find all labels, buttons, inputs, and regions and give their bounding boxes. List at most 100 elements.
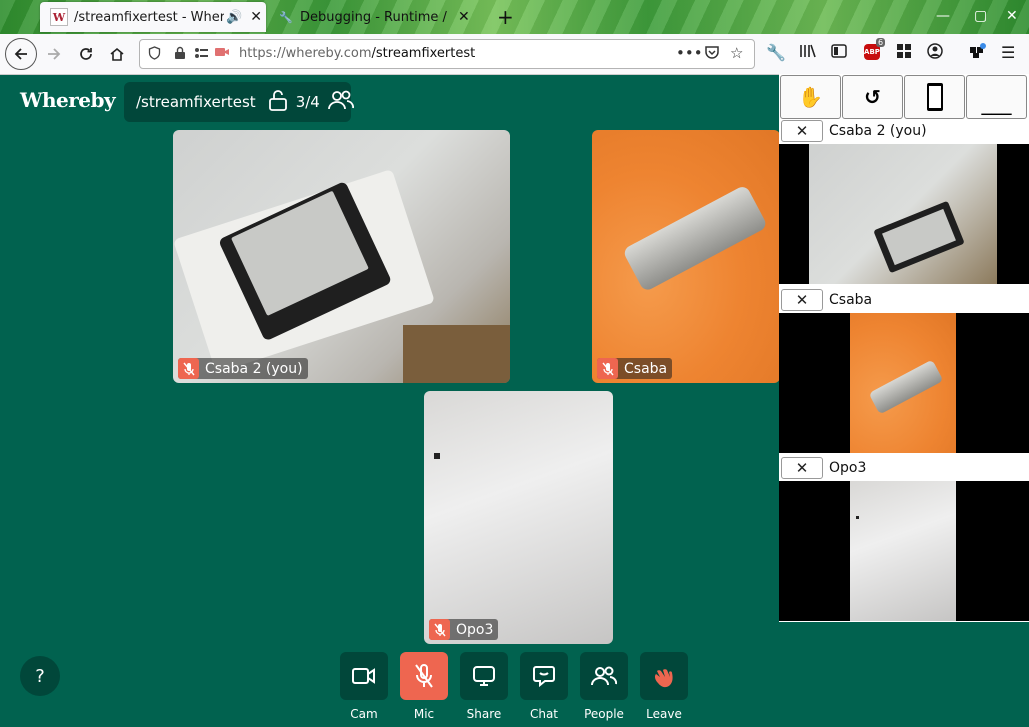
rotate-icon: ↺ bbox=[864, 85, 881, 109]
sidebar-icon[interactable] bbox=[831, 43, 847, 62]
adblock-count-badge: 6 bbox=[876, 38, 886, 47]
panel-participant-row: ✕ Opo3 bbox=[779, 456, 1029, 480]
minimize-panel-button[interactable]: ___ bbox=[966, 75, 1027, 119]
participant-label: Opo3 bbox=[429, 619, 499, 640]
leave-button[interactable] bbox=[640, 652, 688, 700]
wrench-icon: 🔧 bbox=[279, 10, 293, 24]
tab-close-icon[interactable]: ✕ bbox=[250, 9, 262, 25]
video-tile-csaba[interactable]: Csaba bbox=[592, 130, 780, 383]
url-text[interactable]: https://whereby.com/streamfixertest bbox=[239, 46, 475, 61]
speaker-icon[interactable]: 🔊 bbox=[226, 10, 242, 25]
browser-tab-debugging[interactable]: 🔧 Debugging - Runtime / this-firefox ✕ bbox=[268, 2, 490, 32]
people-icon bbox=[327, 89, 354, 115]
video-content bbox=[622, 184, 769, 293]
reload-button[interactable] bbox=[72, 40, 100, 68]
video-content bbox=[868, 359, 944, 415]
wave-hand-icon bbox=[654, 669, 673, 688]
maximize-window-icon[interactable]: ▢ bbox=[974, 8, 987, 24]
close-icon[interactable]: ✕ bbox=[781, 120, 823, 142]
account-icon[interactable] bbox=[927, 43, 943, 63]
participant-name: Csaba bbox=[624, 360, 668, 377]
video-content bbox=[850, 481, 956, 621]
close-icon[interactable]: ✕ bbox=[781, 457, 823, 479]
raise-hand-button[interactable]: ✋ bbox=[780, 75, 841, 119]
chat-button[interactable] bbox=[520, 652, 568, 700]
screen-share-icon bbox=[473, 666, 495, 686]
participant-label: Csaba bbox=[597, 358, 673, 379]
rotate-button[interactable]: ↺ bbox=[842, 75, 903, 119]
camera-permission-icon[interactable] bbox=[214, 46, 230, 62]
pocket-icon[interactable] bbox=[704, 44, 720, 64]
mic-button[interactable] bbox=[400, 652, 448, 700]
leave-label: Leave bbox=[646, 707, 682, 721]
forward-button[interactable] bbox=[40, 40, 68, 68]
chat-icon bbox=[533, 666, 555, 688]
video-tile-self[interactable]: Csaba 2 (you) bbox=[173, 130, 510, 383]
video-content bbox=[809, 144, 997, 284]
room-info-pill[interactable]: /streamfixertest 3/4 bbox=[124, 82, 354, 122]
panel-participant-name: Csaba 2 (you) bbox=[829, 123, 927, 139]
hand-icon: ✋ bbox=[798, 85, 823, 109]
whereby-logo[interactable]: Whereby bbox=[20, 88, 116, 112]
permissions-icon[interactable] bbox=[193, 46, 209, 64]
mic-muted-icon bbox=[429, 619, 450, 640]
panel-participant-name: Opo3 bbox=[829, 460, 867, 476]
close-window-icon[interactable]: ✕ bbox=[1006, 8, 1018, 24]
lock-icon[interactable] bbox=[174, 46, 186, 64]
participant-name: Csaba 2 (you) bbox=[205, 360, 303, 377]
participant-label: Csaba 2 (you) bbox=[178, 358, 308, 379]
help-button[interactable]: ? bbox=[20, 656, 60, 696]
minimize-window-icon[interactable]: — bbox=[936, 8, 950, 24]
library-icon[interactable] bbox=[799, 43, 817, 63]
mic-off-icon bbox=[415, 664, 433, 688]
browser-tab-bar: W /streamfixertest - Whereby 🔊 ✕ 🔧 Debug… bbox=[0, 0, 1029, 34]
video-content bbox=[856, 516, 859, 519]
back-arrow-icon bbox=[14, 48, 27, 60]
forward-arrow-icon bbox=[48, 48, 61, 60]
video-content bbox=[434, 453, 440, 459]
new-tab-button[interactable]: + bbox=[497, 5, 514, 29]
mic-muted-icon bbox=[597, 358, 618, 379]
video-content bbox=[850, 313, 956, 453]
tab-title: Debugging - Runtime / this-firefox bbox=[300, 9, 450, 25]
share-button[interactable] bbox=[460, 652, 508, 700]
panel-video-csaba[interactable] bbox=[779, 313, 1029, 453]
participant-name: Opo3 bbox=[456, 621, 494, 638]
panel-video-opo3[interactable] bbox=[779, 481, 1029, 621]
whereby-favicon-icon: W bbox=[50, 8, 68, 26]
camera-icon bbox=[352, 668, 375, 684]
shield-icon[interactable] bbox=[148, 46, 161, 64]
url-bar[interactable]: https://whereby.com/streamfixertest ••• … bbox=[139, 39, 755, 69]
url-host: https://whereby.com bbox=[239, 46, 372, 61]
panel-video-self[interactable] bbox=[779, 144, 1029, 284]
participant-count: 3/4 bbox=[295, 93, 320, 111]
panel-participant-name: Csaba bbox=[829, 292, 873, 308]
extensions-puzzle-icon[interactable] bbox=[969, 43, 987, 63]
tab-title: /streamfixertest - Whereby bbox=[74, 9, 224, 25]
extension-grid-icon[interactable] bbox=[896, 43, 912, 63]
back-button[interactable] bbox=[5, 38, 37, 70]
home-button[interactable] bbox=[103, 40, 131, 68]
home-icon bbox=[110, 47, 124, 61]
page-actions-icon[interactable]: ••• bbox=[676, 44, 703, 62]
phone-icon bbox=[926, 83, 943, 111]
url-path: /streamfixertest bbox=[371, 46, 476, 61]
reload-icon bbox=[80, 48, 92, 60]
panel-participant-row: ✕ Csaba 2 (you) bbox=[779, 119, 1029, 143]
minimize-icon: ___ bbox=[981, 91, 1012, 115]
tab-close-icon[interactable]: ✕ bbox=[458, 9, 470, 25]
browser-nav-bar: https://whereby.com/streamfixertest ••• … bbox=[0, 34, 1029, 75]
unlocked-icon bbox=[268, 89, 288, 115]
tools-wrench-icon[interactable]: 🔧 bbox=[766, 43, 786, 62]
video-tile-opo3[interactable]: Opo3 bbox=[424, 391, 613, 644]
cam-button[interactable] bbox=[340, 652, 388, 700]
stream-panel: ✋ ↺ ___ ✕ Csaba 2 (you) ✕ Csaba ✕ Opo3 bbox=[779, 74, 1029, 622]
phone-button[interactable] bbox=[904, 75, 965, 119]
people-button[interactable] bbox=[580, 652, 628, 700]
close-icon[interactable]: ✕ bbox=[781, 289, 823, 311]
browser-tab-whereby[interactable]: W /streamfixertest - Whereby 🔊 ✕ bbox=[40, 2, 266, 32]
menu-hamburger-icon[interactable]: ☰ bbox=[1001, 43, 1015, 62]
bookmark-star-icon[interactable]: ☆ bbox=[730, 44, 743, 62]
people-icon bbox=[591, 666, 617, 686]
panel-participant-row: ✕ Csaba bbox=[779, 288, 1029, 312]
